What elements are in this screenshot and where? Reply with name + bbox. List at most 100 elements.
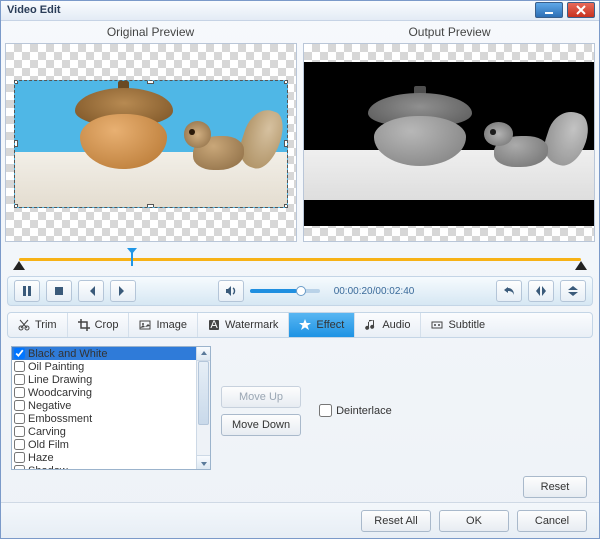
timeline-track[interactable] — [19, 258, 581, 261]
tab-watermark-label: Watermark — [225, 319, 278, 331]
volume-control — [218, 280, 320, 302]
effect-item-label: Carving — [28, 426, 66, 438]
effect-item-label: Negative — [28, 400, 71, 412]
effect-item-checkbox[interactable] — [14, 452, 25, 463]
flip-vertical-button[interactable] — [560, 280, 586, 302]
effect-item-label: Haze — [28, 452, 54, 464]
crop-handle-bottom[interactable] — [147, 204, 154, 208]
close-button[interactable] — [567, 2, 595, 18]
effect-listbox[interactable]: Black and WhiteOil PaintingLine DrawingW… — [11, 346, 211, 470]
crop-handle-bottom-left[interactable] — [14, 204, 18, 208]
tab-effect-label: Effect — [316, 319, 344, 331]
ok-button[interactable]: OK — [439, 510, 509, 532]
volume-thumb[interactable] — [296, 286, 306, 296]
scissors-icon — [18, 319, 30, 331]
effect-item-label: Oil Painting — [28, 361, 84, 373]
effect-item-checkbox[interactable] — [14, 361, 25, 372]
trim-end-marker[interactable] — [575, 261, 587, 270]
crop-handle-top-right[interactable] — [284, 80, 288, 84]
original-frame — [15, 81, 287, 207]
scroll-up-button[interactable] — [197, 347, 210, 361]
effect-item[interactable]: Embossment — [12, 412, 196, 425]
watermark-icon: A — [208, 319, 220, 331]
pause-button[interactable] — [14, 280, 40, 302]
effect-item-label: Embossment — [28, 413, 92, 425]
move-buttons: Move Up Move Down — [221, 386, 301, 436]
tab-trim[interactable]: Trim — [8, 313, 68, 337]
effect-item-checkbox[interactable] — [14, 439, 25, 450]
tab-image[interactable]: Image — [129, 313, 198, 337]
titlebar: Video Edit — [1, 1, 599, 21]
effect-item-checkbox[interactable] — [14, 374, 25, 385]
dialog-footer: Reset All OK Cancel — [1, 502, 599, 538]
effect-item-checkbox[interactable] — [14, 348, 25, 359]
output-preview-pane — [303, 43, 595, 242]
minimize-button[interactable] — [535, 2, 563, 18]
tab-subtitle-label: Subtitle — [448, 319, 485, 331]
cancel-button[interactable]: Cancel — [517, 510, 587, 532]
move-up-button[interactable]: Move Up — [221, 386, 301, 408]
output-preview-label: Output Preview — [300, 21, 599, 43]
effect-item[interactable]: Woodcarving — [12, 386, 196, 399]
tab-trim-label: Trim — [35, 319, 57, 331]
trim-start-marker[interactable] — [13, 261, 25, 270]
crop-handle-left[interactable] — [14, 140, 18, 147]
effect-item-checkbox[interactable] — [14, 400, 25, 411]
tab-crop[interactable]: Crop — [68, 313, 130, 337]
effect-item[interactable]: Oil Painting — [12, 360, 196, 373]
crop-handle-bottom-right[interactable] — [284, 204, 288, 208]
flip-horizontal-button[interactable] — [528, 280, 554, 302]
deinterlace-checkbox[interactable]: Deinterlace — [319, 404, 392, 417]
reset-all-button[interactable]: Reset All — [361, 510, 431, 532]
set-in-point-button[interactable] — [78, 280, 104, 302]
output-frame-box — [304, 62, 594, 226]
effect-item-checkbox[interactable] — [14, 465, 25, 469]
crop-handle-right[interactable] — [284, 140, 288, 147]
crop-region[interactable] — [14, 80, 288, 208]
effect-item-label: Shadow — [28, 465, 68, 470]
effect-item[interactable]: Shadow — [12, 464, 196, 469]
tab-subtitle[interactable]: Subtitle — [421, 313, 495, 337]
effect-item[interactable]: Carving — [12, 425, 196, 438]
scroll-down-button[interactable] — [197, 455, 210, 469]
effect-panel: Black and WhiteOil PaintingLine DrawingW… — [1, 338, 599, 476]
reset-button[interactable]: Reset — [523, 476, 587, 498]
effect-item-checkbox[interactable] — [14, 426, 25, 437]
tab-effect[interactable]: Effect — [289, 313, 355, 337]
effect-item-checkbox[interactable] — [14, 413, 25, 424]
scroll-thumb[interactable] — [198, 361, 209, 425]
effect-item-label: Old Film — [28, 439, 69, 451]
subtitle-icon — [431, 319, 443, 331]
move-down-button[interactable]: Move Down — [221, 414, 301, 436]
stop-button[interactable] — [46, 280, 72, 302]
tab-audio-label: Audio — [382, 319, 410, 331]
volume-slider[interactable] — [250, 289, 320, 293]
effect-item[interactable]: Old Film — [12, 438, 196, 451]
crop-handle-top[interactable] — [147, 80, 154, 84]
timeline[interactable] — [11, 250, 589, 270]
effect-item[interactable]: Haze — [12, 451, 196, 464]
deinterlace-input[interactable] — [319, 404, 332, 417]
tab-image-label: Image — [156, 319, 187, 331]
set-out-point-button[interactable] — [110, 280, 136, 302]
star-icon — [299, 319, 311, 331]
effect-item-label: Line Drawing — [28, 374, 92, 386]
preview-labels: Original Preview Output Preview — [1, 21, 599, 43]
crop-handle-top-left[interactable] — [14, 80, 18, 84]
effect-list-scrollbar[interactable] — [196, 347, 210, 469]
effect-item[interactable]: Black and White — [12, 347, 196, 360]
tab-audio[interactable]: Audio — [355, 313, 421, 337]
playhead[interactable] — [131, 252, 133, 266]
crop-icon — [78, 319, 90, 331]
original-preview-pane[interactable] — [5, 43, 297, 242]
svg-text:A: A — [210, 319, 218, 331]
effect-item[interactable]: Line Drawing — [12, 373, 196, 386]
window-title: Video Edit — [5, 4, 531, 16]
effect-item-checkbox[interactable] — [14, 387, 25, 398]
preview-row — [1, 43, 599, 242]
tab-watermark[interactable]: A Watermark — [198, 313, 289, 337]
mute-button[interactable] — [218, 280, 244, 302]
undo-button[interactable] — [496, 280, 522, 302]
playback-controls: 00:00:20/00:02:40 — [7, 276, 593, 306]
effect-item[interactable]: Negative — [12, 399, 196, 412]
